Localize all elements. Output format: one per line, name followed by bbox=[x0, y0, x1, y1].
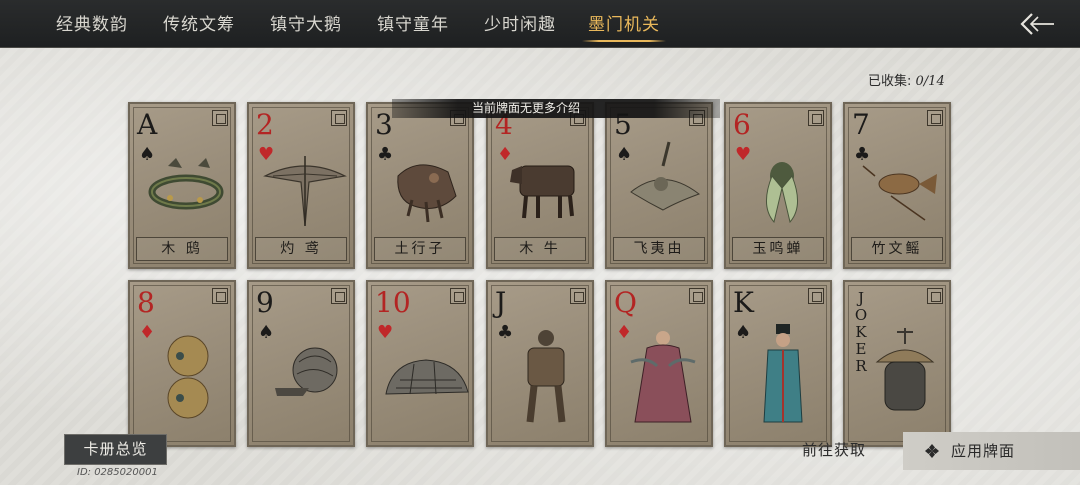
tab-childhood-fun[interactable]: 少时闲趣 bbox=[484, 0, 556, 48]
card-name: 木 牛 bbox=[494, 237, 586, 261]
card-nine-spades[interactable]: 9 ♠ bbox=[247, 280, 355, 447]
tab-mohist-mechanism[interactable]: 墨门机关 bbox=[582, 0, 666, 48]
flying-squirrel-icon bbox=[630, 141, 701, 211]
card-joker[interactable]: JOKER bbox=[843, 280, 951, 447]
back-button[interactable] bbox=[1018, 10, 1058, 38]
card-four-diamonds[interactable]: 4 ♦ 木 牛 bbox=[486, 102, 594, 269]
card-name: 玉鸣蝉 bbox=[732, 237, 824, 261]
card-name: 灼 鸢 bbox=[255, 237, 347, 261]
cicada-icon bbox=[766, 162, 798, 224]
diamond-icon bbox=[925, 444, 939, 458]
tab-classic[interactable]: 经典数韵 bbox=[56, 0, 128, 48]
top-nav-bar: 经典数韵 传统文筹 镇守大鹅 镇守童年 少时闲趣 墨门机关 bbox=[0, 0, 1080, 48]
seal-icon bbox=[212, 110, 228, 126]
card-two-hearts[interactable]: 2 ♥ 灼 鸢 bbox=[247, 102, 355, 269]
collected-count: 0/14 bbox=[915, 74, 945, 89]
apply-label: 应用牌面 bbox=[951, 442, 1016, 460]
album-overview-button[interactable]: 卡册总览 bbox=[64, 434, 167, 465]
card-rank: J bbox=[495, 286, 507, 319]
card-five-spades[interactable]: 5 ♠ 飞夷由 bbox=[605, 102, 713, 269]
seal-icon bbox=[808, 288, 824, 304]
card-queen-diamonds[interactable]: Q ♦ bbox=[605, 280, 713, 447]
tab-guard-goose[interactable]: 镇守大鹅 bbox=[270, 0, 342, 48]
lantern-bot-icon bbox=[875, 328, 935, 411]
card-three-clubs[interactable]: 3 ♣ 土行子 bbox=[366, 102, 474, 269]
back-arrow-icon bbox=[1020, 13, 1054, 35]
collected-label: 已收集: bbox=[868, 74, 916, 89]
card-ten-hearts[interactable]: 10 ♥ bbox=[366, 280, 474, 447]
card-jack-clubs[interactable]: J ♣ bbox=[486, 280, 594, 447]
seal-icon bbox=[808, 110, 824, 126]
collected-counter: 已收集: 0/14 bbox=[868, 70, 945, 89]
card-name: 飞夷由 bbox=[613, 237, 705, 261]
seal-icon bbox=[570, 288, 586, 304]
card-rank: Q bbox=[614, 286, 637, 319]
card-rank: 10 bbox=[375, 286, 411, 319]
flying-fish-icon bbox=[862, 165, 937, 221]
seal-icon bbox=[689, 288, 705, 304]
apply-card-face-button[interactable]: 应用牌面 bbox=[903, 432, 1080, 470]
tab-traditional[interactable]: 传统文筹 bbox=[163, 0, 235, 48]
card-rank: K bbox=[733, 286, 754, 319]
wooden-ox-icon bbox=[510, 165, 575, 219]
snail-machine-icon bbox=[275, 347, 338, 396]
seal-icon bbox=[927, 110, 943, 126]
go-obtain-button[interactable]: 前往获取 bbox=[802, 439, 866, 460]
seal-icon bbox=[331, 288, 347, 304]
player-id: ID: 0285020001 bbox=[77, 467, 158, 478]
seal-icon bbox=[927, 288, 943, 304]
card-seven-clubs[interactable]: 7 ♣ 竹文鳐 bbox=[843, 102, 951, 269]
card-six-hearts[interactable]: 6 ♥ 玉鸣蝉 bbox=[724, 102, 832, 269]
gourd-bot-icon bbox=[167, 335, 209, 419]
armadillo-machine-icon bbox=[385, 359, 469, 395]
card-name: 竹文鳐 bbox=[851, 237, 943, 261]
card-name: 土行子 bbox=[374, 237, 466, 261]
card-eight-diamonds[interactable]: 8 ♦ bbox=[128, 280, 236, 447]
seal-icon bbox=[450, 288, 466, 304]
seal-icon bbox=[331, 110, 347, 126]
card-king-spades[interactable]: K ♠ bbox=[724, 280, 832, 447]
wooden-kite-icon bbox=[148, 158, 224, 210]
info-tooltip: 当前牌面无更多介绍 bbox=[392, 99, 720, 118]
card-rank: 9 bbox=[256, 286, 274, 319]
tab-guard-childhood[interactable]: 镇守童年 bbox=[377, 0, 449, 48]
lady-figure-icon bbox=[630, 331, 696, 423]
seal-icon bbox=[212, 288, 228, 304]
card-ace-spades[interactable]: A ♠ 木 鸱 bbox=[128, 102, 236, 269]
scholar-figure-icon bbox=[763, 324, 803, 423]
card-rank: 8 bbox=[137, 286, 155, 319]
mech-warrior-icon bbox=[526, 330, 566, 423]
mole-machine-icon bbox=[397, 164, 457, 223]
card-name: 木 鸱 bbox=[136, 237, 228, 261]
page-background: 经典数韵 传统文筹 镇守大鹅 镇守童年 少时闲趣 墨门机关 已收集: 0/14 … bbox=[0, 0, 1080, 485]
glider-icon bbox=[263, 156, 347, 227]
